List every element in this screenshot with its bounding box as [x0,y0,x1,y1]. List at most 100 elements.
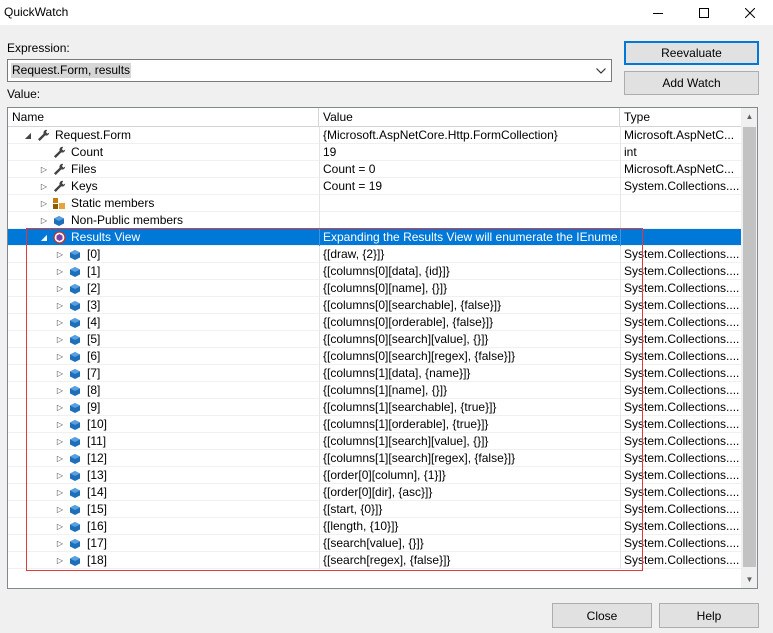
expand-arrow-icon[interactable]: ▷ [54,348,66,365]
help-button[interactable]: Help [659,603,759,628]
value-cell[interactable] [319,195,619,212]
expression-input[interactable]: Request.Form, results [11,63,132,78]
value-cell[interactable]: {[draw, {2}]} [319,246,619,263]
collapse-arrow-icon[interactable]: ◢ [38,229,50,246]
expand-arrow-icon[interactable]: ▷ [54,535,66,552]
expand-arrow-icon[interactable]: ▷ [38,212,50,229]
value-cell[interactable]: {[columns[1][orderable], {true}]} [319,416,619,433]
column-header-name[interactable]: Name [8,108,319,127]
value-cell[interactable]: {[columns[1][name], {}]} [319,382,619,399]
table-row[interactable]: ▷ [17] {[search[value], {}]} System.Collect… [8,535,741,552]
value-cell[interactable]: Count = 19 [319,178,619,195]
table-row[interactable]: ▷ [7] {[columns[1][data], {name}]} System.C… [8,365,741,382]
table-row[interactable]: ▷ [14] {[order[0][dir], {asc}]} System.Coll… [8,484,741,501]
expression-combobox[interactable]: Request.Form, results [7,59,612,82]
value-cell[interactable]: {[columns[1][search][value], {}]} [319,433,619,450]
value-cell[interactable]: {[length, {10}]} [319,518,619,535]
field-icon [68,452,82,465]
table-row[interactable]: ▷ [10] {[columns[1][orderable], {true}]} Sy… [8,416,741,433]
expand-arrow-icon[interactable]: ▷ [38,178,50,195]
row-name: Files [71,162,97,176]
value-cell[interactable]: 19 [319,144,619,161]
table-row[interactable]: ▷ [3] {[columns[0][searchable], {false}]} S… [8,297,741,314]
value-cell[interactable]: Count = 0 [319,161,619,178]
table-row[interactable]: ▷ [0] {[draw, {2}]} System.Collections.... [8,246,741,263]
value-cell[interactable]: {[search[regex], {false}]} [319,552,619,569]
value-cell[interactable] [319,212,619,229]
row-name: [14] [87,485,108,499]
close-button[interactable]: Close [552,603,652,628]
table-row[interactable]: ◢ Request.Form {Microsoft.AspNetCore.Http.… [8,127,741,144]
table-row[interactable]: ▷ [15] {[start, {0}]} System.Collections...… [8,501,741,518]
maximize-button[interactable] [681,0,727,25]
table-row[interactable]: ▷ [4] {[columns[0][orderable], {false}]} Sy… [8,314,741,331]
expand-arrow-icon[interactable]: ▷ [54,263,66,280]
value-cell[interactable]: {[search[value], {}]} [319,535,619,552]
expand-arrow-icon[interactable]: ▷ [54,399,66,416]
table-row[interactable]: ▷ Keys Count = 19 System.Collections.... [8,178,741,195]
expand-arrow-icon[interactable]: ▷ [38,195,50,212]
value-cell[interactable]: {[columns[0][search][regex], {false}]} [319,348,619,365]
expand-arrow-icon[interactable]: ▷ [54,484,66,501]
value-cell[interactable]: {[columns[1][searchable], {true}]} [319,399,619,416]
expand-arrow-icon[interactable]: ▷ [54,433,66,450]
table-row[interactable]: ▷ [12] {[columns[1][search][regex], {false… [8,450,741,467]
scroll-down-button[interactable]: ▼ [741,571,757,588]
value-cell[interactable]: {Microsoft.AspNetCore.Http.FormCollectio… [319,127,619,144]
table-row[interactable]: ▷ [13] {[order[0][column], {1}]} System.Col… [8,467,741,484]
minimize-button[interactable] [635,0,681,25]
watch-grid[interactable]: Name Value Type ◢ Request.Form {Microsoft.… [7,107,758,589]
expand-arrow-icon[interactable]: ▷ [54,416,66,433]
value-cell[interactable]: {[columns[1][data], {name}]} [319,365,619,382]
expand-arrow-icon[interactable]: ▷ [54,246,66,263]
close-window-button[interactable] [727,0,773,25]
reevaluate-button[interactable]: Reevaluate [624,41,759,65]
expand-arrow-icon[interactable]: ▷ [54,331,66,348]
value-cell[interactable]: Expanding the Results View will enumerat… [319,229,619,246]
expand-arrow-icon[interactable]: ▷ [54,552,66,569]
table-row[interactable]: ▷ [1] {[columns[0][data], {id}]} System.Col… [8,263,741,280]
expand-arrow-icon[interactable]: ▷ [54,382,66,399]
table-row[interactable]: ▷ [2] {[columns[0][name], {}]} System.Colle… [8,280,741,297]
add-watch-button[interactable]: Add Watch [624,71,759,95]
value-cell[interactable]: {[order[0][dir], {asc}]} [319,484,619,501]
value-cell[interactable]: {[columns[0][data], {id}]} [319,263,619,280]
table-row[interactable]: ▷ [16] {[length, {10}]} System.Collections.… [8,518,741,535]
column-header-value[interactable]: Value [319,108,620,127]
table-row[interactable]: ▷ Static members [8,195,741,212]
value-cell[interactable]: {[columns[1][search][regex], {false}]} [319,450,619,467]
type-cell: System.Collections.... [620,348,741,365]
expand-arrow-icon[interactable]: ▷ [54,501,66,518]
collapse-arrow-icon[interactable]: ◢ [22,127,34,144]
table-row[interactable]: ◢ Results View Expanding the Results View … [8,229,741,246]
table-row[interactable]: ▷ Files Count = 0 Microsoft.AspNetC... [8,161,741,178]
table-row[interactable]: ▷ [6] {[columns[0][search][regex], {false}… [8,348,741,365]
expand-arrow-icon[interactable]: ▷ [38,161,50,178]
value-cell[interactable]: {[columns[0][searchable], {false}]} [319,297,619,314]
value-cell[interactable]: {[order[0][column], {1}]} [319,467,619,484]
scroll-thumb[interactable] [743,127,756,567]
value-cell[interactable]: {[start, {0}]} [319,501,619,518]
expand-arrow-icon[interactable]: ▷ [54,280,66,297]
value-cell[interactable]: {[columns[0][search][value], {}]} [319,331,619,348]
expand-arrow-icon[interactable]: ▷ [54,314,66,331]
expand-arrow-icon[interactable]: ▷ [54,365,66,382]
vertical-scrollbar[interactable]: ▲ ▼ [741,108,757,588]
expand-arrow-icon[interactable]: ▷ [54,297,66,314]
table-row[interactable]: ▷ [8] {[columns[1][name], {}]} System.Colle… [8,382,741,399]
expand-arrow-icon[interactable]: ▷ [54,467,66,484]
type-cell: System.Collections.... [620,433,741,450]
expand-arrow-icon[interactable]: ▷ [54,518,66,535]
table-row[interactable]: Count 19 int [8,144,741,161]
expand-arrow-icon[interactable]: ▷ [54,450,66,467]
table-row[interactable]: ▷ [11] {[columns[1][search][value], {}]} Sy… [8,433,741,450]
value-cell[interactable]: {[columns[0][orderable], {false}]} [319,314,619,331]
value-cell[interactable]: {[columns[0][name], {}]} [319,280,619,297]
table-row[interactable]: ▷ [5] {[columns[0][search][value], {}]} Sys… [8,331,741,348]
table-row[interactable]: ▷ [9] {[columns[1][searchable], {true}]} Sy… [8,399,741,416]
table-row[interactable]: ▷ [18] {[search[regex], {false}]} System.Co… [8,552,741,569]
column-header-type[interactable]: Type [620,108,741,127]
dropdown-button[interactable] [593,60,609,81]
scroll-up-button[interactable]: ▲ [741,108,757,125]
table-row[interactable]: ▷ Non-Public members [8,212,741,229]
